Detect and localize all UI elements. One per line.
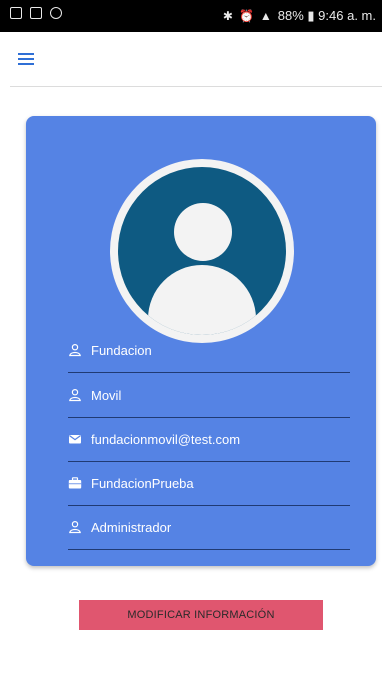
organization-field: FundacionPrueba [68, 461, 350, 506]
profile-card: Fundacion Movil fundacionmovil@test.com … [26, 116, 376, 566]
avatar [110, 159, 294, 343]
person-icon [68, 520, 82, 534]
briefcase-icon [68, 476, 82, 490]
role-text: Administrador [91, 519, 172, 535]
person-icon [68, 388, 82, 402]
status-bar-right: ✱ ⏰ ▲ 88% ▮ 9:46 a. m. [223, 8, 376, 24]
bluetooth-icon: ✱ [222, 9, 233, 23]
organization-text: FundacionPrueba [91, 475, 194, 491]
mail-icon [68, 432, 82, 446]
person-icon [68, 343, 82, 357]
avatar-icon [118, 167, 286, 335]
status-bar-left-icons [10, 7, 62, 19]
wifi-signal-icon: ▲ [259, 9, 272, 23]
status-bar-text: 88% ▮ 9:46 a. m. [277, 8, 376, 23]
email-field: fundacionmovil@test.com [68, 417, 350, 462]
first-name-field: Fundacion [68, 328, 350, 373]
avatar-head [174, 203, 232, 261]
gallery-icon [10, 7, 22, 19]
modify-info-button[interactable]: MODIFICAR INFORMACIÓN [79, 600, 323, 630]
app-bar-divider [10, 86, 382, 87]
hamburger-icon[interactable] [18, 53, 34, 65]
last-name-text: Movil [91, 387, 122, 403]
whatsapp-icon [50, 7, 62, 19]
first-name-text: Fundacion [91, 342, 152, 358]
status-bar: ✱ ⏰ ▲ 88% ▮ 9:46 a. m. [0, 0, 382, 32]
avatar-body [148, 265, 256, 335]
app-bar [0, 32, 382, 86]
last-name-field: Movil [68, 373, 350, 418]
notification-icon [30, 7, 42, 19]
role-field: Administrador [68, 505, 350, 550]
alarm-icon: ⏰ [238, 9, 254, 23]
email-text: fundacionmovil@test.com [91, 431, 241, 447]
